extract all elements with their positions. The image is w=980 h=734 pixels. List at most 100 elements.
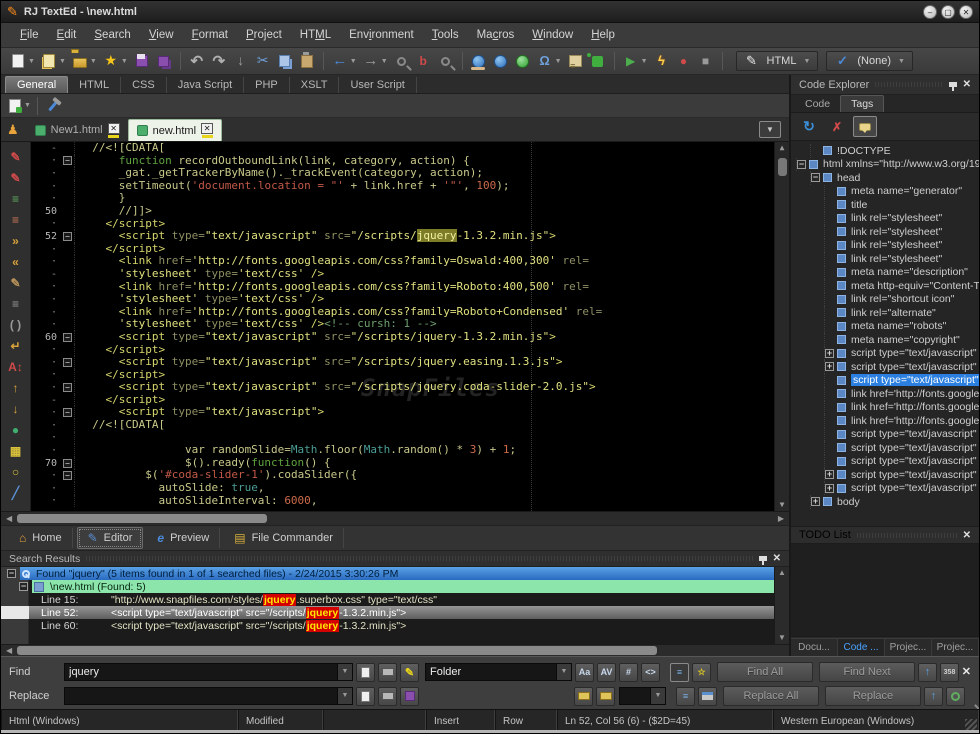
close-icon[interactable]: ✕ xyxy=(773,553,781,564)
fold-collapse-icon[interactable]: − xyxy=(63,232,72,241)
collapse-icon[interactable]: − xyxy=(19,582,28,591)
chevron-down-icon[interactable]: ▼ xyxy=(337,688,352,704)
chevron-down-icon[interactable]: ▼ xyxy=(337,664,352,680)
tree-item[interactable]: link href='http://fonts.googleap xyxy=(791,387,979,401)
tag-match-toggle[interactable]: <> xyxy=(641,663,660,682)
preview-icon[interactable]: ○ xyxy=(7,463,25,480)
find-in-files-button[interactable] xyxy=(435,52,457,70)
chevron-down-icon[interactable]: ▼ xyxy=(59,58,66,65)
replace-button[interactable]: Replace xyxy=(825,686,921,706)
browser-preview-button[interactable] xyxy=(468,52,490,70)
list-results-toggle-2[interactable]: ≡ xyxy=(676,687,695,706)
folder-open-button[interactable] xyxy=(574,687,593,706)
collapse-icon[interactable]: − xyxy=(7,569,16,578)
replace-doc-option-button[interactable] xyxy=(356,687,375,706)
replace-all-button[interactable]: Replace All xyxy=(723,686,819,706)
tree-item[interactable]: meta name="copyright" xyxy=(791,333,979,347)
mode-tab-php[interactable]: PHP xyxy=(244,77,290,93)
cut-button[interactable] xyxy=(252,52,274,70)
chevron-down-icon[interactable]: ▼ xyxy=(24,102,31,109)
mode-tab-html[interactable]: HTML xyxy=(68,77,121,93)
tree-item[interactable]: +script type="text/javascript" xyxy=(791,468,979,482)
tools-hammer-icon[interactable]: ╱ xyxy=(7,484,25,501)
scroll-thumb[interactable] xyxy=(17,646,657,655)
wrap-selection-icon[interactable]: ( ) xyxy=(7,316,25,333)
wizard-button[interactable]: ☆ xyxy=(692,663,711,682)
new-file-button[interactable]: ▼ xyxy=(7,52,38,70)
tree-item[interactable]: link rel="stylesheet" xyxy=(791,225,979,239)
menu-item-environment[interactable]: Environment xyxy=(340,26,423,44)
expand-icon[interactable]: + xyxy=(825,470,834,479)
chevron-down-icon[interactable]: ▼ xyxy=(381,58,388,65)
tree-item[interactable]: script type="text/javascript" xyxy=(791,374,979,388)
record-macro-button[interactable] xyxy=(673,52,695,70)
tree-item[interactable]: link rel="shortcut icon" xyxy=(791,293,979,307)
scroll-left-arrow[interactable]: ◀ xyxy=(1,514,17,523)
indent-icon[interactable]: » xyxy=(7,232,25,249)
chevron-down-icon[interactable]: ▼ xyxy=(28,58,35,65)
tree-item[interactable]: −head xyxy=(791,171,979,185)
replace-keyboard-option-button[interactable] xyxy=(378,687,397,706)
mode-tab-user-script[interactable]: User Script xyxy=(339,77,416,93)
tree-item[interactable]: meta name="description" xyxy=(791,266,979,280)
tree-item[interactable]: !DOCTYPE xyxy=(791,144,979,158)
format-code-icon[interactable]: ✎ xyxy=(7,274,25,291)
folder-browse-button[interactable] xyxy=(596,687,615,706)
scroll-right-arrow[interactable]: ▶ xyxy=(773,514,789,523)
chevron-down-icon[interactable]: ▼ xyxy=(556,664,571,680)
run-script-button[interactable] xyxy=(651,52,673,70)
chevron-down-icon[interactable]: ▼ xyxy=(90,58,97,65)
view-tab-editor[interactable]: ✎Editor xyxy=(77,527,144,549)
fold-collapse-icon[interactable]: − xyxy=(63,459,72,468)
history-icon[interactable]: ● xyxy=(7,421,25,438)
scroll-up-arrow[interactable]: ▲ xyxy=(780,142,785,154)
pin-icon[interactable] xyxy=(759,556,767,561)
expand-icon[interactable]: − xyxy=(811,173,820,182)
incremental-search-button[interactable] xyxy=(946,687,965,706)
fold-collapse-icon[interactable]: − xyxy=(63,408,72,417)
replace-up-button[interactable]: ↑ xyxy=(924,687,943,706)
editor-horizontal-scrollbar[interactable]: ◀ ▶ xyxy=(1,511,789,525)
menu-item-search[interactable]: Search xyxy=(85,26,139,44)
search-match-row[interactable]: Line 60:<script type="text/javascript" s… xyxy=(1,619,774,632)
edit-goto-icon[interactable]: ✎ xyxy=(7,169,25,186)
expand-icon[interactable]: − xyxy=(797,160,806,169)
tree-item[interactable]: script type="text/javascript" xyxy=(791,428,979,442)
tree-item[interactable]: meta http-equiv="Content-Type xyxy=(791,279,979,293)
chevron-down-icon[interactable]: ▼ xyxy=(650,688,665,704)
menu-item-help[interactable]: Help xyxy=(582,26,624,44)
mode-tab-xslt[interactable]: XSLT xyxy=(290,77,340,93)
navigate-back-button[interactable]: ▼ xyxy=(329,52,360,70)
explorer-tab-code[interactable]: Code xyxy=(795,96,840,112)
stop-macro-button[interactable] xyxy=(695,52,717,70)
sort-ascending-icon[interactable]: ↑ xyxy=(7,379,25,396)
close-tab-icon[interactable]: ✕ xyxy=(108,123,120,134)
panel-tab-code-1[interactable]: Code ... xyxy=(838,638,885,656)
run-button[interactable]: ▼ xyxy=(620,52,651,70)
tree-item[interactable]: script type="text/javascript" xyxy=(791,441,979,455)
syntax-selector[interactable]: HTML▼ xyxy=(736,51,819,71)
view-tab-home[interactable]: ⌂Home xyxy=(9,528,73,548)
expand-icon[interactable]: + xyxy=(825,349,834,358)
panel-tab-docu-0[interactable]: Docu... xyxy=(791,638,838,656)
navigate-forward-button[interactable]: ▼ xyxy=(360,52,391,70)
menu-item-tools[interactable]: Tools xyxy=(423,26,468,44)
todo-list-body[interactable] xyxy=(791,544,979,636)
tree-item[interactable]: link rel="stylesheet" xyxy=(791,239,979,253)
tree-item[interactable]: link rel="stylesheet" xyxy=(791,252,979,266)
tree-item[interactable]: script type="text/javascript" xyxy=(791,455,979,469)
regex-toggle[interactable]: # xyxy=(619,663,638,682)
scroll-down-arrow[interactable]: ▼ xyxy=(778,632,786,644)
find-edit-option-button[interactable]: ✎ xyxy=(400,663,419,682)
refresh-button[interactable]: ↻ xyxy=(797,116,821,137)
tree-item[interactable]: +script type="text/javascript" xyxy=(791,360,979,374)
chevron-down-icon[interactable]: ▼ xyxy=(803,58,810,65)
project-icon[interactable]: ♟ xyxy=(7,122,19,138)
plugins-button[interactable] xyxy=(587,52,609,70)
mask-input[interactable] xyxy=(620,688,650,704)
unindent-icon[interactable]: « xyxy=(7,253,25,270)
comments-toggle-button[interactable] xyxy=(853,116,877,137)
close-icon[interactable]: ✕ xyxy=(963,530,971,541)
list-results-toggle[interactable]: ≡ xyxy=(670,663,689,682)
results-horizontal-scrollbar[interactable]: ◀ xyxy=(1,644,789,656)
